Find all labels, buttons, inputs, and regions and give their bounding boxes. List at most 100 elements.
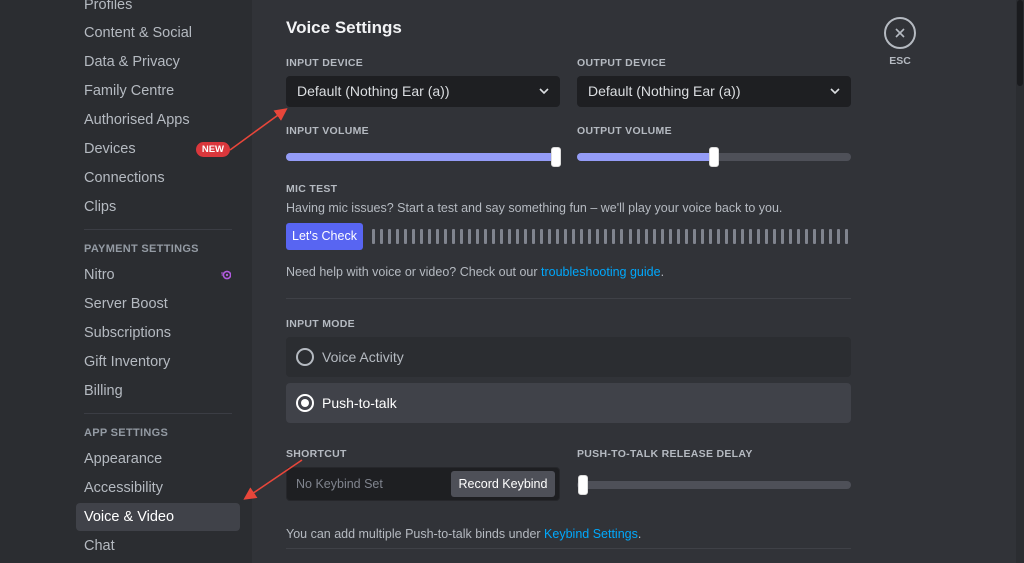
keybind-settings-link[interactable]: Keybind Settings	[544, 527, 638, 541]
radio-label: Push-to-talk	[322, 395, 397, 411]
slider-fill	[577, 153, 714, 161]
sidebar-item-billing[interactable]: Billing	[76, 377, 240, 405]
release-delay-slider[interactable]	[577, 475, 851, 495]
sidebar-item-label: Chat	[84, 538, 115, 554]
close-button[interactable]: ESC	[884, 17, 916, 67]
meter-bar	[740, 229, 744, 244]
sidebar-item-voice-video[interactable]: Voice & Video	[76, 503, 240, 531]
output-device-label: OUTPUT DEVICE	[577, 57, 667, 69]
meter-bar	[708, 229, 712, 244]
meter-bar	[540, 229, 544, 244]
meter-bar	[460, 229, 464, 244]
record-keybind-button[interactable]: Record Keybind	[451, 471, 555, 497]
sidebar-item-label: Appearance	[84, 451, 163, 467]
meter-bar	[468, 229, 472, 244]
meter-bar	[700, 229, 704, 244]
meter-bar	[652, 229, 656, 244]
sidebar-item-family-centre[interactable]: Family Centre	[76, 77, 240, 105]
chevron-down-icon	[539, 88, 549, 95]
payment-settings-header: PAYMENT SETTINGS	[84, 243, 199, 255]
scrollbar-thumb[interactable]	[1017, 0, 1023, 86]
radio-label: Voice Activity	[322, 349, 404, 365]
lets-check-button[interactable]: Let's Check	[286, 223, 363, 250]
keybind-note-suffix: .	[637, 527, 642, 541]
sidebar-item-data-privacy[interactable]: Data & Privacy	[76, 48, 240, 76]
sidebar-item-appearance[interactable]: Appearance	[76, 445, 240, 473]
input-volume-slider[interactable]	[286, 147, 561, 167]
sidebar-item-label: Content & Social	[84, 25, 193, 41]
sidebar-divider	[84, 413, 232, 414]
sidebar-item-connections[interactable]: Connections	[76, 164, 240, 192]
keybind-note: You can add multiple Push-to-talk binds …	[286, 527, 641, 541]
section-divider	[286, 298, 851, 299]
sidebar-item-profiles[interactable]: Profiles	[76, 0, 240, 19]
sidebar-item-accessibility[interactable]: Accessibility	[76, 474, 240, 502]
sidebar-item-gift-inventory[interactable]: Gift Inventory	[76, 348, 240, 376]
help-text: Need help with voice or video? Check out…	[286, 265, 664, 279]
page-title: Voice Settings	[286, 18, 402, 37]
meter-bar	[484, 229, 488, 244]
meter-bar	[500, 229, 504, 244]
input-mode-label: INPUT MODE	[286, 318, 355, 330]
sidebar-item-server-boost[interactable]: Server Boost	[76, 290, 240, 318]
meter-bar	[524, 229, 528, 244]
meter-bar	[812, 229, 816, 244]
shortcut-keybind-field[interactable]: No Keybind Set Record Keybind	[286, 467, 560, 501]
meter-bar	[588, 229, 592, 244]
meter-bar	[532, 229, 536, 244]
sidebar-item-label: Profiles	[84, 0, 133, 13]
meter-bar	[388, 229, 392, 244]
sidebar-item-label: Clips	[84, 199, 117, 215]
troubleshooting-guide-link[interactable]: troubleshooting guide	[541, 265, 661, 279]
sidebar-item-authorised-apps[interactable]: Authorised Apps	[76, 106, 240, 134]
settings-sidebar: Profiles Content & Social Data & Privacy…	[0, 0, 252, 563]
scrollbar[interactable]	[1016, 0, 1024, 563]
meter-bar	[772, 229, 776, 244]
slider-thumb[interactable]	[578, 475, 588, 495]
meter-bar	[644, 229, 648, 244]
meter-bar	[508, 229, 512, 244]
meter-bar	[804, 229, 808, 244]
meter-bar	[452, 229, 456, 244]
keybind-value: No Keybind Set	[296, 477, 383, 491]
meter-bar	[844, 229, 848, 244]
output-volume-slider[interactable]	[577, 147, 851, 167]
sidebar-item-content-social[interactable]: Content & Social	[76, 19, 240, 47]
slider-thumb[interactable]	[709, 147, 719, 167]
radio-push-to-talk[interactable]: Push-to-talk	[286, 383, 851, 423]
sidebar-item-devices[interactable]: Devices NEW	[76, 135, 240, 163]
new-badge: NEW	[195, 142, 230, 157]
meter-bar	[580, 229, 584, 244]
meter-bar	[748, 229, 752, 244]
meter-bar	[788, 229, 792, 244]
sidebar-item-label: Subscriptions	[84, 325, 172, 341]
sidebar-item-clips[interactable]: Clips	[76, 193, 240, 221]
output-volume-label: OUTPUT VOLUME	[577, 125, 672, 137]
slider-thumb[interactable]	[551, 147, 561, 167]
input-device-select[interactable]: Default (Nothing Ear (a))	[286, 76, 560, 107]
output-device-select[interactable]: Default (Nothing Ear (a))	[577, 76, 851, 107]
meter-bar	[660, 229, 664, 244]
meter-bar	[732, 229, 736, 244]
sidebar-item-label: Devices	[84, 141, 136, 157]
meter-bar	[668, 229, 672, 244]
esc-label: ESC	[889, 55, 911, 67]
meter-bar	[556, 229, 560, 244]
sidebar-item-nitro[interactable]: Nitro	[76, 261, 240, 289]
meter-bar	[420, 229, 424, 244]
sidebar-item-subscriptions[interactable]: Subscriptions	[76, 319, 240, 347]
sidebar-item-chat[interactable]: Chat	[76, 532, 240, 560]
section-divider	[286, 548, 851, 549]
radio-circle-icon	[296, 348, 314, 366]
radio-voice-activity[interactable]: Voice Activity	[286, 337, 851, 377]
meter-bar	[380, 229, 384, 244]
meter-bar	[796, 229, 800, 244]
meter-bar	[628, 229, 632, 244]
app-settings-header: APP SETTINGS	[84, 427, 169, 439]
meter-bar	[604, 229, 608, 244]
meter-bar	[476, 229, 480, 244]
sidebar-item-label: Accessibility	[84, 480, 163, 496]
sidebar-divider	[84, 229, 232, 230]
keybind-note-prefix: You can add multiple Push-to-talk binds …	[286, 527, 545, 541]
chevron-down-icon	[830, 88, 840, 95]
